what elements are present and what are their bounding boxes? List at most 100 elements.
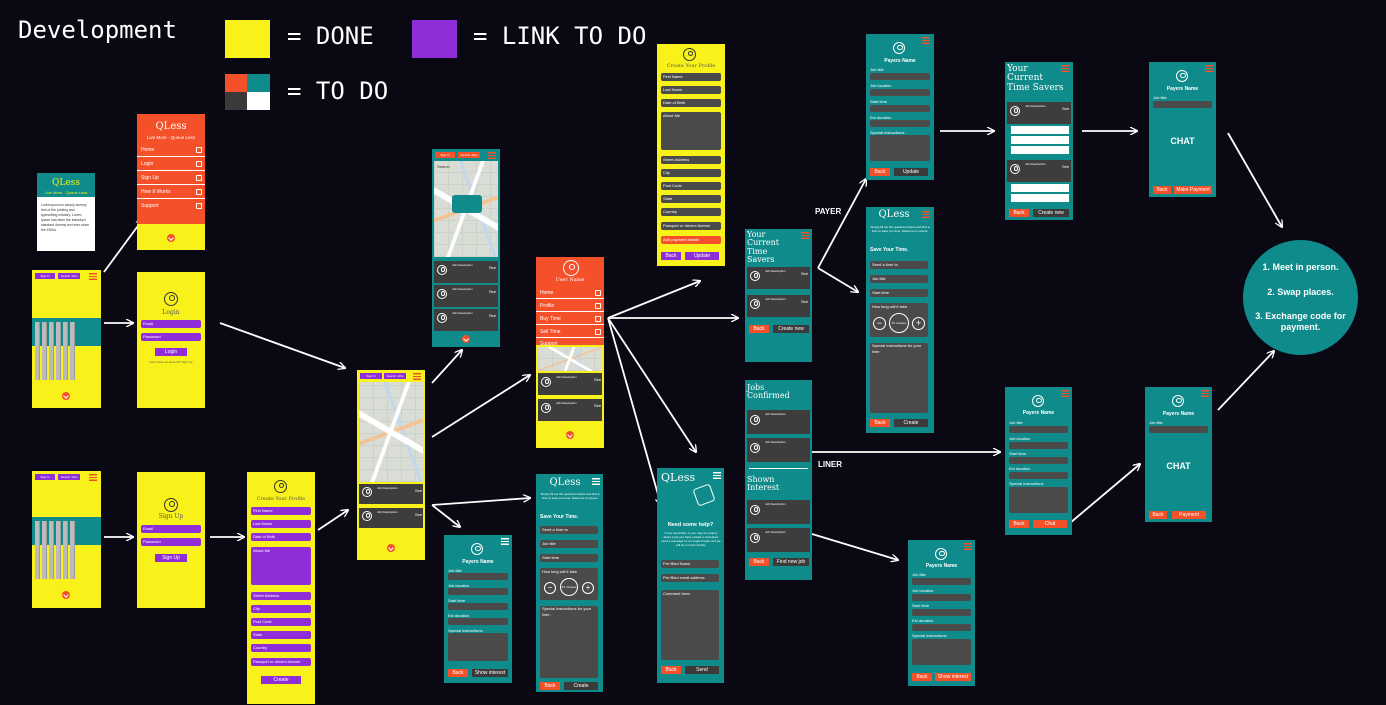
menu-icon[interactable] [89, 474, 97, 481]
special-instructions-field[interactable]: Special instructions for your liner: [870, 343, 928, 413]
signup-email-field[interactable]: Email [141, 525, 201, 533]
job-card[interactable]: Job Description [747, 410, 810, 434]
home-signin-button[interactable]: Sign In [35, 273, 55, 279]
results-signin-button[interactable]: Sign In [435, 152, 455, 158]
back-button[interactable]: Back [1009, 520, 1029, 528]
menu-icon[interactable] [89, 273, 97, 280]
minus-icon[interactable]: − [873, 317, 886, 330]
back-button[interactable]: Back [870, 419, 890, 427]
back-button[interactable]: Back [661, 252, 681, 260]
menu-icon[interactable] [801, 232, 809, 239]
chevron-down-icon[interactable] [462, 335, 470, 343]
name-field[interactable]: Pre filled Name [661, 560, 719, 568]
plus-icon[interactable]: + [912, 317, 925, 330]
user-menu-home[interactable]: Home [536, 287, 604, 299]
back-button[interactable]: Back [1153, 186, 1171, 194]
job-title-field[interactable]: Job title [870, 275, 928, 283]
home2-signin-button[interactable]: Sign In [35, 474, 55, 480]
user-menu-support[interactable]: Support [536, 339, 604, 347]
menu-item-login[interactable]: Login [137, 158, 205, 171]
job-card[interactable]: Job Description [747, 528, 810, 552]
login-password-field[interactable]: Password [141, 333, 201, 341]
field-first-name[interactable]: First Name [661, 73, 721, 81]
back-button[interactable]: Back [749, 558, 769, 566]
chevron-down-icon[interactable] [566, 431, 574, 439]
chevron-down-icon[interactable] [167, 234, 175, 242]
job-location-field[interactable] [870, 89, 930, 96]
menu-icon[interactable] [964, 543, 972, 550]
field-last-name[interactable]: Last Name [661, 86, 721, 94]
back-button[interactable]: Back [1149, 511, 1167, 519]
update-button[interactable]: Update [685, 252, 719, 260]
update-button[interactable]: Update [894, 168, 928, 176]
create-button[interactable]: Create [894, 419, 928, 427]
job-title-field[interactable] [1009, 426, 1068, 433]
find-new-job-button[interactable]: Find new job [773, 558, 809, 566]
minus-icon[interactable]: − [544, 582, 556, 594]
chevron-down-icon[interactable] [62, 392, 70, 400]
send-button[interactable]: Send [685, 666, 719, 674]
field-city[interactable]: City [251, 605, 311, 613]
show-interest-button[interactable]: Show interest [472, 669, 508, 677]
field-street[interactable]: Street Address [251, 592, 311, 600]
add-payment-button[interactable]: Add payment details [661, 236, 721, 244]
job-location-field[interactable] [912, 594, 971, 601]
menu-item-support[interactable]: Support [137, 200, 205, 213]
make-payment-button[interactable]: Make Payment [1174, 186, 1212, 194]
back-button[interactable]: Back [870, 168, 890, 176]
map-popup[interactable] [452, 195, 482, 213]
job-title-field[interactable] [1149, 426, 1208, 433]
menu-icon[interactable] [501, 538, 509, 545]
payment-button[interactable]: Payment [1172, 511, 1206, 519]
est-duration-field[interactable] [870, 120, 930, 127]
field-state[interactable]: State [661, 195, 721, 203]
login-signup-hint[interactable]: Don't have an account? Sign Up [143, 360, 199, 364]
back-button[interactable]: Back [1009, 209, 1029, 217]
job-card[interactable]: Job Description See [359, 508, 423, 528]
field-dob[interactable]: Date of Birth [661, 99, 721, 107]
special-instructions-field[interactable] [912, 639, 971, 665]
field-country[interactable]: Country [251, 644, 311, 652]
map-view[interactable] [538, 347, 602, 371]
job-card[interactable]: Job Description See [434, 261, 498, 283]
menu-item-how-it-works[interactable]: How It Works [137, 186, 205, 199]
seed-liner-field[interactable]: Seed a liner to [540, 526, 598, 534]
menu-item-home[interactable]: Home [137, 144, 205, 157]
job-title-field[interactable]: Job title [540, 540, 598, 548]
field-about-me[interactable]: About Me [661, 112, 721, 150]
job-card[interactable]: Job Description See [747, 295, 810, 317]
job-card[interactable]: Job Description See [359, 484, 423, 504]
job-location-field[interactable] [1009, 442, 1068, 449]
create-new-button[interactable]: Create new [773, 325, 809, 333]
menu-icon[interactable] [1061, 65, 1069, 72]
start-time-field[interactable] [1009, 457, 1068, 464]
signup-password-field[interactable]: Password [141, 538, 201, 546]
signup-button[interactable]: Sign Up [155, 554, 187, 562]
menu-icon[interactable] [1205, 65, 1213, 72]
job-card[interactable]: Job Description See [434, 285, 498, 307]
create-button[interactable]: Create [564, 682, 598, 690]
job-title-field[interactable] [448, 573, 508, 580]
est-duration-field[interactable] [448, 618, 508, 625]
job-card[interactable]: Job Description See [434, 309, 498, 331]
field-last-name[interactable]: Last Name [251, 520, 311, 528]
special-instructions-field[interactable] [870, 135, 930, 161]
profile-create-button[interactable]: Create [261, 676, 301, 684]
menu-icon[interactable] [922, 211, 930, 218]
special-instructions-field[interactable] [448, 633, 508, 661]
back-button[interactable]: Back [749, 325, 769, 333]
start-time-field[interactable] [448, 603, 508, 610]
field-license[interactable]: Passport or drivers license [661, 222, 721, 230]
start-time-field[interactable]: Start time [870, 289, 928, 297]
job-title-field[interactable] [912, 578, 971, 585]
applicant-list[interactable] [1011, 126, 1069, 156]
map-search-jobs-button[interactable]: Search Jobs [384, 373, 406, 379]
map-search-label[interactable]: Search [437, 164, 450, 169]
special-instructions-field[interactable] [1009, 487, 1068, 513]
special-instructions-field[interactable]: Special instructions for your liner: [540, 606, 598, 678]
menu-icon[interactable] [592, 478, 600, 485]
chevron-down-icon[interactable] [387, 544, 395, 552]
email-field[interactable]: Pre filled email address [661, 574, 719, 582]
results-search-button[interactable]: Search Jobs [458, 152, 480, 158]
job-card[interactable]: Job Description See [1007, 102, 1071, 124]
